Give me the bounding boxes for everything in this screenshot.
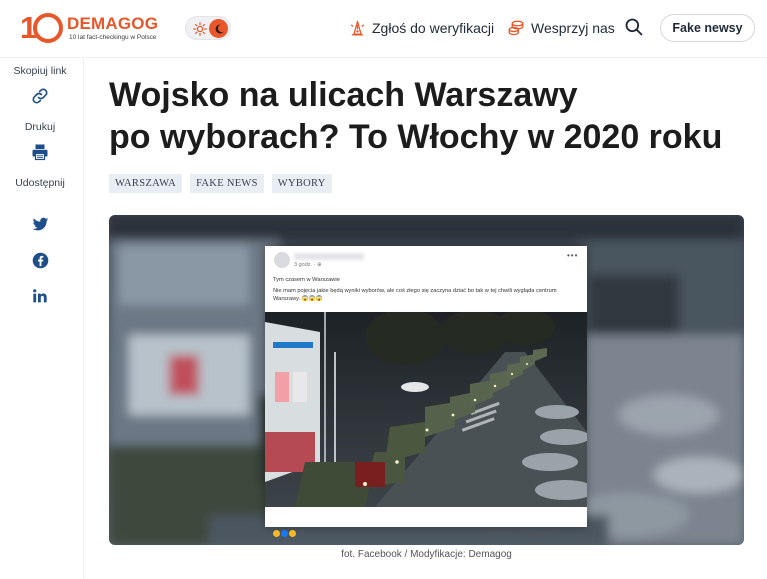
logo-tagline: 10 lat fact-checkingu w Polsce: [69, 34, 157, 41]
coins-icon: [507, 19, 525, 37]
tag-fake-news[interactable]: FAKE NEWS: [190, 174, 264, 193]
post-author-blurred: [294, 253, 364, 260]
site-header: 1 DEMAGOG 10 lat fact-checkingu w Polsce: [0, 0, 767, 58]
post-shares-count: 1 udostępnienie: [519, 531, 558, 537]
image-caption: fot. Facebook / Modyfikacje: Demagog: [341, 549, 512, 560]
sun-icon[interactable]: [191, 20, 208, 37]
share-label: Udostępnij: [15, 177, 65, 189]
copy-link-label: Skopiuj link: [13, 65, 67, 77]
megaphone-icon: [348, 19, 366, 37]
nav-report-label: Zgłoś do weryfikacji: [372, 20, 495, 36]
facebook-icon[interactable]: [30, 250, 50, 270]
post-comments-count: 1 komentarz: [483, 531, 514, 537]
post-reactions: 4: [273, 530, 304, 537]
printer-icon[interactable]: [30, 142, 50, 162]
post-time: 3 godz. · ⊕: [294, 262, 322, 268]
share-sidebar: Skopiuj link Drukuj Udostępnij: [0, 58, 84, 579]
haha-reaction-icon: [273, 530, 280, 537]
logo-name: DEMAGOG: [67, 14, 159, 33]
search-icon[interactable]: [624, 17, 646, 39]
nav-support-label: Wesprzyj nas: [531, 20, 615, 36]
fake-news-button[interactable]: Fake newsy: [660, 14, 755, 42]
globe-icon: ⊕: [316, 262, 322, 268]
post-text-line-1: Tym czasem w Warszawie: [273, 277, 340, 283]
print-label: Drukuj: [24, 121, 56, 133]
reaction-count: 4: [301, 530, 305, 537]
post-avatar: [274, 252, 290, 268]
linkedin-icon[interactable]: [30, 286, 50, 306]
logo-ring: [33, 13, 63, 43]
embedded-post: 3 godz. · ⊕ ••• Tym czasem w Warszawie N…: [265, 246, 587, 537]
nav-support-link[interactable]: Wesprzyj nas: [507, 18, 615, 38]
like-reaction-icon: [281, 530, 288, 537]
post-time-text: 3 godz. ·: [294, 262, 317, 268]
post-text-line-2: Nie mam pojęcia jakie będą wyniki wyboró…: [273, 288, 557, 302]
article-title: Wojsko na ulicach Warszawy po wyborach? …: [109, 74, 749, 158]
article-title-line-1: Wojsko na ulicach Warszawy: [109, 76, 578, 114]
post-text: Tym czasem w Warszawie Nie mam pojęcia j…: [273, 276, 573, 303]
twitter-icon[interactable]: [30, 214, 50, 234]
tag-wybory[interactable]: WYBORY: [271, 174, 332, 193]
tag-warszawa[interactable]: WARSZAWA: [109, 174, 183, 193]
article-hero-image: 3 godz. · ⊕ ••• Tym czasem w Warszawie N…: [109, 215, 744, 545]
more-options-icon: •••: [567, 251, 579, 260]
post-photo-military-trucks: [265, 312, 587, 507]
nav-report-link[interactable]: Zgłoś do weryfikacji: [348, 18, 494, 38]
article-title-line-2: po wyborach? To Włochy w 2020 roku: [109, 118, 723, 156]
link-icon[interactable]: [30, 86, 50, 106]
moon-icon[interactable]: [209, 19, 228, 38]
demagog-logo[interactable]: 1 DEMAGOG 10 lat fact-checkingu w Polsce: [20, 10, 162, 46]
article-tags: WARSZAWA FAKE NEWS WYBORY: [109, 174, 332, 193]
wow-reaction-icon: [289, 530, 296, 537]
theme-toggle[interactable]: [185, 16, 231, 40]
